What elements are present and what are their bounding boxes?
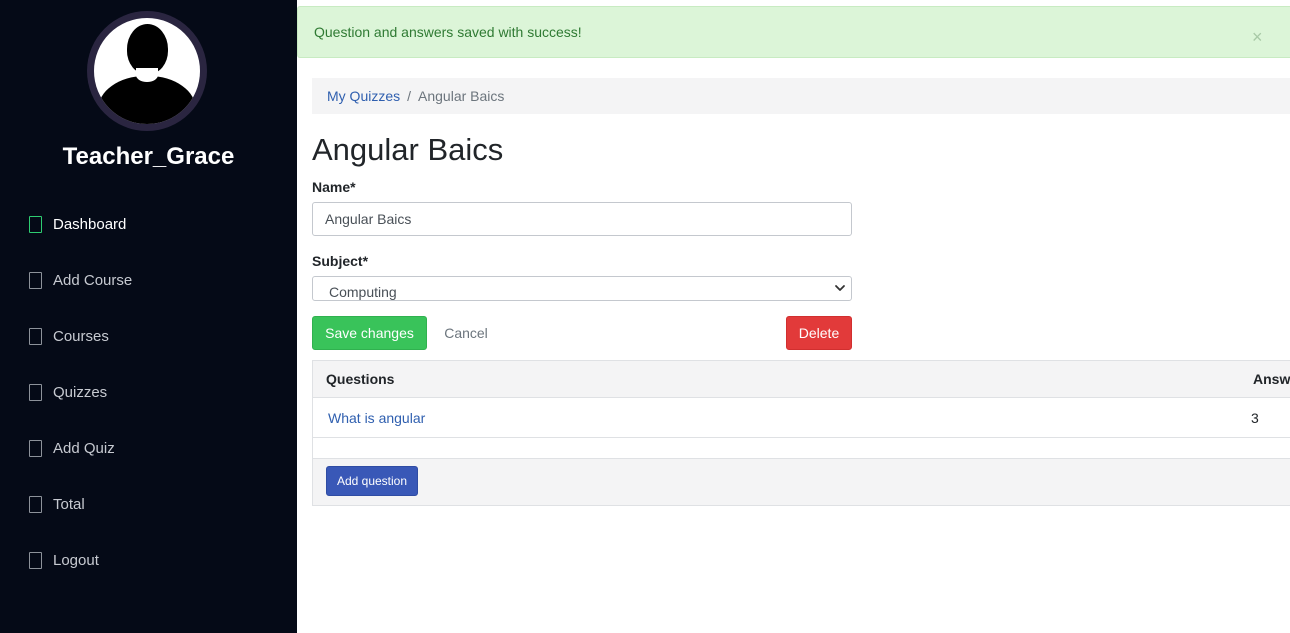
close-icon[interactable]: × <box>1252 28 1263 46</box>
breadcrumb-my-quizzes-link[interactable]: My Quizzes <box>327 88 400 104</box>
add-quiz-icon <box>29 439 42 457</box>
breadcrumb-current: Angular Baics <box>418 88 505 104</box>
subject-select-value: Computing <box>329 284 397 300</box>
sidebar-item-courses[interactable]: Courses <box>29 324 109 348</box>
sidebar-item-label: Total <box>53 495 85 513</box>
page-title: Angular Baics <box>312 132 504 167</box>
success-alert: Question and answers saved with success!… <box>297 6 1290 58</box>
sidebar-item-label: Logout <box>53 551 99 569</box>
column-header-questions: Questions <box>326 371 395 387</box>
sidebar-item-dashboard[interactable]: Dashboard <box>29 212 126 236</box>
alert-message: Question and answers saved with success! <box>314 24 582 40</box>
question-link[interactable]: What is angular <box>328 410 425 426</box>
sidebar-item-add-quiz[interactable]: Add Quiz <box>29 436 115 460</box>
delete-button[interactable]: Delete <box>786 316 852 350</box>
chevron-down-icon <box>835 285 845 291</box>
avatar <box>87 11 207 131</box>
user-silhouette-icon <box>94 18 200 124</box>
column-header-answers: Answ <box>1253 371 1290 387</box>
add-course-icon <box>29 271 42 289</box>
sidebar-item-label: Courses <box>53 327 109 345</box>
sidebar-item-label: Dashboard <box>53 215 127 233</box>
table-row: What is angular 3 <box>313 398 1290 438</box>
dashboard-icon <box>29 215 42 233</box>
username: Teacher_Grace <box>62 143 235 170</box>
sidebar: Teacher_Grace Dashboard Add Course Cours… <box>0 0 297 633</box>
subject-label: Subject* <box>312 253 369 269</box>
quizzes-icon <box>29 383 42 401</box>
add-question-button[interactable]: Add question <box>326 466 418 496</box>
table-header: Questions Answ <box>313 361 1290 398</box>
sidebar-item-total[interactable]: Total <box>29 492 85 516</box>
sidebar-item-label: Add Quiz <box>53 439 115 457</box>
sidebar-item-quizzes[interactable]: Quizzes <box>29 380 107 404</box>
name-input[interactable]: Angular Baics <box>312 202 852 236</box>
logout-icon <box>29 551 42 569</box>
name-label: Name* <box>312 179 356 195</box>
courses-icon <box>29 327 42 345</box>
sidebar-item-label: Quizzes <box>53 383 108 401</box>
sidebar-item-add-course[interactable]: Add Course <box>29 268 132 292</box>
subject-select[interactable]: Computing <box>312 276 852 301</box>
table-footer: Add question <box>313 459 1290 505</box>
sidebar-item-logout[interactable]: Logout <box>29 548 99 572</box>
total-icon <box>29 495 42 513</box>
questions-table: Questions Answ What is angular 3 Add que… <box>312 360 1290 506</box>
breadcrumb: My Quizzes / Angular Baics <box>312 78 1290 114</box>
breadcrumb-separator: / <box>407 88 412 104</box>
table-spacer <box>313 438 1290 459</box>
save-changes-button[interactable]: Save changes <box>312 316 427 350</box>
sidebar-item-label: Add Course <box>53 271 133 289</box>
name-input-value: Angular Baics <box>325 211 412 227</box>
cancel-button[interactable]: Cancel <box>436 316 496 350</box>
answers-count: 3 <box>1251 410 1259 426</box>
